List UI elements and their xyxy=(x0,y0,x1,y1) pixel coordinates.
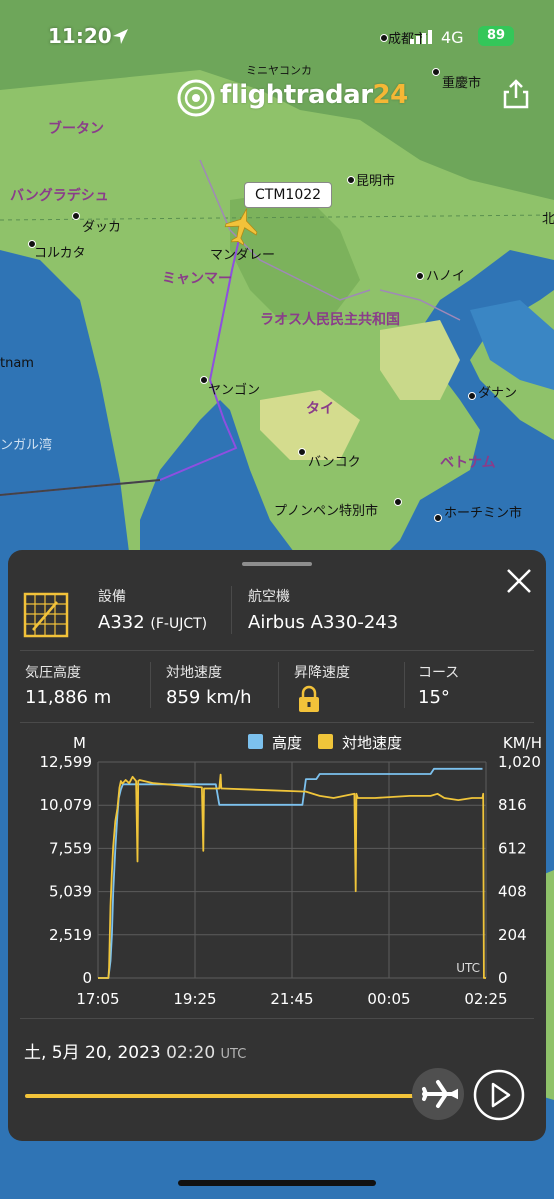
city-dot xyxy=(347,176,355,184)
series-line-altitude xyxy=(98,767,483,979)
city-label: ダナン xyxy=(478,386,518,401)
playback-datetime: 土, 5月 20, 2023 02:20 UTC xyxy=(24,1038,246,1063)
city-label: マンダレー xyxy=(210,248,276,263)
city-label: 重慶市 xyxy=(442,76,482,91)
flight-detail-panel: 設備 A332 (F-UJCT) 航空機 Airbus A330-243 気圧高… xyxy=(8,550,546,1141)
country-label: タイ xyxy=(306,401,334,417)
legend-swatch xyxy=(318,734,333,749)
y-right-tick-label: 0 xyxy=(498,969,508,987)
status-bar: 11:20 4G 89 xyxy=(0,0,554,70)
city-label: コルカタ xyxy=(34,246,86,261)
country-label: ミャンマー xyxy=(162,271,232,287)
flightradar-logo-icon xyxy=(177,79,215,117)
country-label: tnam xyxy=(0,356,34,371)
city-dot xyxy=(416,272,424,280)
legend-swatch xyxy=(248,734,263,749)
left-axis-unit: M xyxy=(73,734,86,752)
y-right-tick-label: 612 xyxy=(498,839,527,857)
y-right-tick-label: 204 xyxy=(498,926,527,944)
city-dot xyxy=(298,448,306,456)
legend-label: 対地速度 xyxy=(342,734,402,752)
city-dot xyxy=(72,212,80,220)
country-label: ブータン xyxy=(48,121,104,137)
location-arrow-icon xyxy=(113,29,128,44)
y-left-tick-label: 10,079 xyxy=(40,796,93,814)
city-dot xyxy=(468,392,476,400)
chart-timezone-label: UTC xyxy=(456,961,480,975)
legend-label: 高度 xyxy=(272,734,302,752)
city-label: ホーチミン市 xyxy=(444,506,523,521)
y-right-tick-label: 816 xyxy=(498,796,527,814)
city-dot xyxy=(200,376,208,384)
x-tick-label: 17:05 xyxy=(76,990,119,1008)
city-dot xyxy=(434,514,442,522)
y-right-tick-label: 1,020 xyxy=(498,753,541,771)
playback-progress-bar[interactable] xyxy=(25,1094,443,1098)
city-label: 昆明市 xyxy=(356,174,396,189)
right-axis-unit: KM/H xyxy=(503,734,542,752)
status-time: 11:20 xyxy=(48,24,112,48)
battery-indicator: 89 xyxy=(478,26,514,46)
city-label: ヤンゴン xyxy=(208,383,261,398)
city-dot xyxy=(394,498,402,506)
x-tick-label: 00:05 xyxy=(367,990,410,1008)
flight-profile-chart: M KM/H 高度 対地速度 12,599 1,020 10,079 816 7,559 612 5… xyxy=(40,734,542,1008)
city-label: ダッカ xyxy=(82,220,122,235)
playback-timezone: UTC xyxy=(220,1047,247,1062)
sea-label: ンガル湾 xyxy=(0,438,53,453)
y-left-tick-label: 0 xyxy=(82,969,92,987)
city-label: バンコク xyxy=(308,455,361,470)
country-label: バングラデシュ xyxy=(10,188,109,204)
brand-logo: flightradar24 xyxy=(220,80,408,110)
x-tick-label: 02:25 xyxy=(464,990,507,1008)
divider xyxy=(20,1018,534,1019)
country-label: ラオス人民民主共和国 xyxy=(260,312,400,328)
country-label: 北 xyxy=(542,212,554,227)
country-label: ベトナム xyxy=(440,455,496,471)
signal-icon xyxy=(410,30,432,44)
home-indicator xyxy=(178,1180,376,1186)
y-left-tick-label: 7,559 xyxy=(49,839,92,857)
brand-suffix: 24 xyxy=(372,80,409,110)
city-label: ハノイ xyxy=(426,269,466,284)
city-label: プノンペン特別市 xyxy=(274,504,379,519)
playback-date: 土, 5月 20, 2023 xyxy=(24,1043,161,1063)
share-button[interactable] xyxy=(500,78,532,110)
network-type: 4G xyxy=(441,28,464,47)
flight-callsign-tag[interactable]: CTM1022 xyxy=(244,182,333,208)
brand-name: flightradar xyxy=(220,80,373,110)
x-tick-label: 21:45 xyxy=(270,990,313,1008)
city-dot xyxy=(28,240,36,248)
y-left-tick-label: 12,599 xyxy=(40,753,93,771)
x-tick-label: 19:25 xyxy=(173,990,216,1008)
y-right-tick-label: 408 xyxy=(498,883,527,901)
playback-time: 02:20 xyxy=(166,1043,216,1063)
y-left-tick-label: 2,519 xyxy=(49,926,92,944)
y-left-tick-label: 5,039 xyxy=(49,883,92,901)
playback-scrubber[interactable] xyxy=(412,1068,464,1120)
play-button[interactable] xyxy=(472,1068,526,1122)
plane-icon xyxy=(422,1080,458,1108)
